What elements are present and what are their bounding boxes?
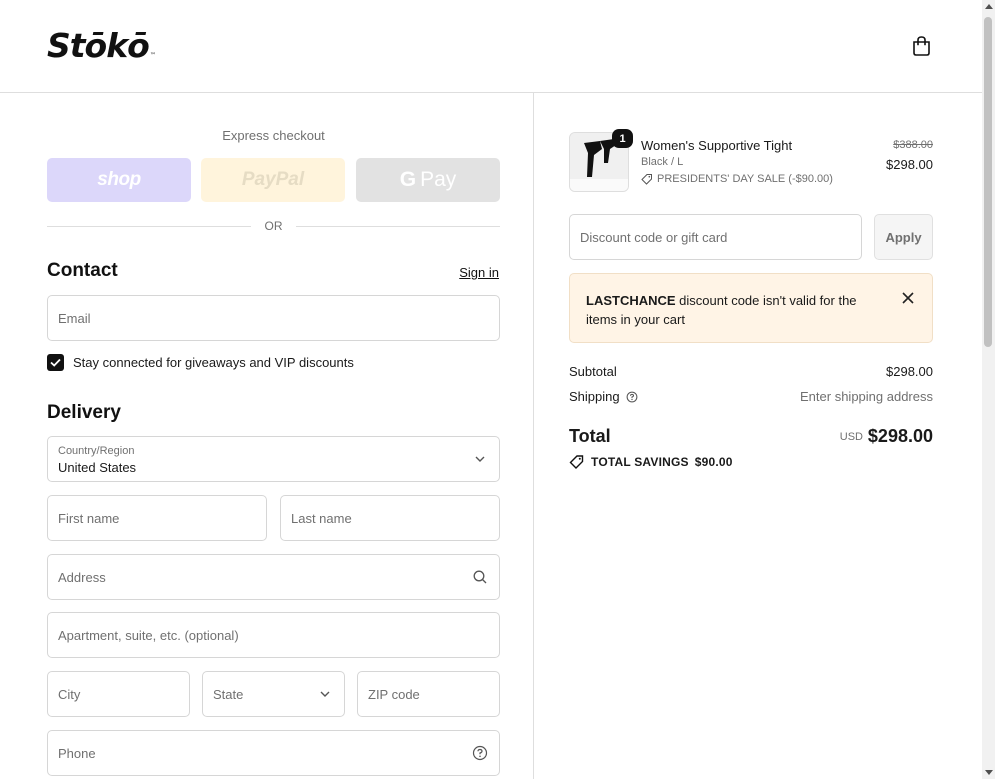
- newsletter-label: Stay connected for giveaways and VIP dis…: [73, 355, 354, 370]
- chevron-down-icon: [475, 456, 485, 462]
- tag-icon: [641, 174, 652, 185]
- quantity-badge: 1: [612, 129, 633, 148]
- product-variant: Black / L: [641, 156, 684, 168]
- subtotal-row: Subtotal $298.00: [569, 364, 933, 382]
- google-pay-label: Pay: [420, 168, 457, 191]
- first-name-placeholder: First name: [58, 511, 120, 526]
- shipping-row: Shipping Enter shipping address: [569, 389, 933, 407]
- address-placeholder: Address: [58, 570, 106, 585]
- discount-error-alert: LASTCHANCE discount code isn't valid for…: [569, 273, 933, 343]
- delivery-title: Delivery: [47, 402, 121, 423]
- phone-placeholder: Phone: [58, 746, 96, 761]
- sign-in-link[interactable]: Sign in: [459, 265, 499, 280]
- google-g-icon: G: [399, 168, 417, 191]
- subtotal-value: $298.00: [886, 364, 933, 379]
- city-field[interactable]: City: [47, 671, 190, 717]
- header: Stōkō™: [0, 0, 982, 93]
- total-currency: USD: [839, 431, 863, 443]
- last-name-placeholder: Last name: [291, 511, 352, 526]
- shipping-label-group: Shipping: [569, 389, 638, 404]
- alert-message: LASTCHANCE discount code isn't valid for…: [586, 291, 886, 329]
- address-field[interactable]: Address: [47, 554, 500, 600]
- product-discount: PRESIDENTS' DAY SALE (-$90.00): [641, 173, 833, 185]
- or-divider: OR: [47, 218, 500, 234]
- current-price: $298.00: [886, 157, 933, 172]
- express-checkout-label: Express checkout: [222, 128, 325, 143]
- subtotal-label: Subtotal: [569, 364, 617, 379]
- help-icon[interactable]: [626, 391, 638, 403]
- total-savings: TOTAL SAVINGS $90.00: [569, 454, 733, 470]
- zip-code-field[interactable]: ZIP code: [357, 671, 500, 717]
- state-select[interactable]: State: [202, 671, 345, 717]
- original-price: $388.00: [893, 139, 933, 151]
- page-scrollbar[interactable]: [982, 0, 995, 779]
- scroll-down-arrow-icon[interactable]: [985, 770, 993, 775]
- last-name-field[interactable]: Last name: [280, 495, 500, 541]
- total-row: Total USD $298.00: [569, 425, 933, 449]
- first-name-field[interactable]: First name: [47, 495, 267, 541]
- discount-code-placeholder: Discount code or gift card: [580, 230, 728, 245]
- newsletter-checkbox[interactable]: [47, 354, 64, 371]
- google-pay-button[interactable]: G Pay: [356, 158, 500, 202]
- tag-icon: [569, 455, 584, 469]
- email-placeholder: Email: [58, 311, 91, 326]
- close-icon[interactable]: [902, 292, 914, 304]
- store-logo[interactable]: Stōkō™: [47, 26, 156, 65]
- savings-value: $90.00: [694, 455, 733, 469]
- country-label: Country/Region: [58, 445, 135, 457]
- zip-code-placeholder: ZIP code: [368, 687, 420, 702]
- order-summary: 1 Women's Supportive Tight Black / L PRE…: [535, 93, 982, 779]
- shipping-value: Enter shipping address: [800, 389, 933, 404]
- scrollbar-thumb[interactable]: [984, 17, 992, 347]
- contact-title: Contact: [47, 260, 118, 281]
- apartment-field[interactable]: Apartment, suite, etc. (optional): [47, 612, 500, 658]
- scroll-up-arrow-icon[interactable]: [985, 4, 993, 9]
- checkmark-icon: [50, 358, 61, 367]
- shop-pay-label: shop: [97, 169, 141, 190]
- help-icon[interactable]: [472, 745, 488, 761]
- search-icon: [473, 570, 487, 584]
- total-label: Total: [569, 426, 611, 446]
- product-discount-label: PRESIDENTS' DAY SALE (-$90.00): [657, 173, 833, 185]
- checkout-form: Express checkout shop PayPal G Pay OR Con…: [0, 93, 534, 779]
- divider-line: [296, 226, 500, 227]
- paypal-button[interactable]: PayPal: [201, 158, 345, 202]
- chevron-down-icon: [320, 691, 330, 697]
- city-placeholder: City: [58, 687, 81, 702]
- product-name: Women's Supportive Tight: [641, 138, 793, 153]
- logo-text: Stōkō: [47, 26, 150, 65]
- apartment-placeholder: Apartment, suite, etc. (optional): [58, 628, 239, 643]
- shipping-label: Shipping: [569, 389, 620, 404]
- apply-discount-button[interactable]: Apply: [874, 214, 933, 260]
- country-value: United States: [58, 460, 137, 475]
- alert-discount-code: LASTCHANCE: [586, 293, 676, 308]
- state-placeholder: State: [213, 687, 244, 702]
- logo-trademark: ™: [149, 52, 156, 59]
- email-field[interactable]: Email: [47, 295, 500, 341]
- discount-code-field[interactable]: Discount code or gift card: [569, 214, 862, 260]
- total-value: $298.00: [867, 426, 933, 446]
- savings-label: TOTAL SAVINGS: [591, 455, 689, 469]
- shopping-bag-icon[interactable]: [911, 35, 932, 57]
- country-select[interactable]: Country/Region United States: [47, 436, 500, 482]
- phone-field[interactable]: Phone: [47, 730, 500, 776]
- paypal-label: PayPal: [241, 169, 305, 190]
- shop-pay-button[interactable]: shop: [47, 158, 191, 202]
